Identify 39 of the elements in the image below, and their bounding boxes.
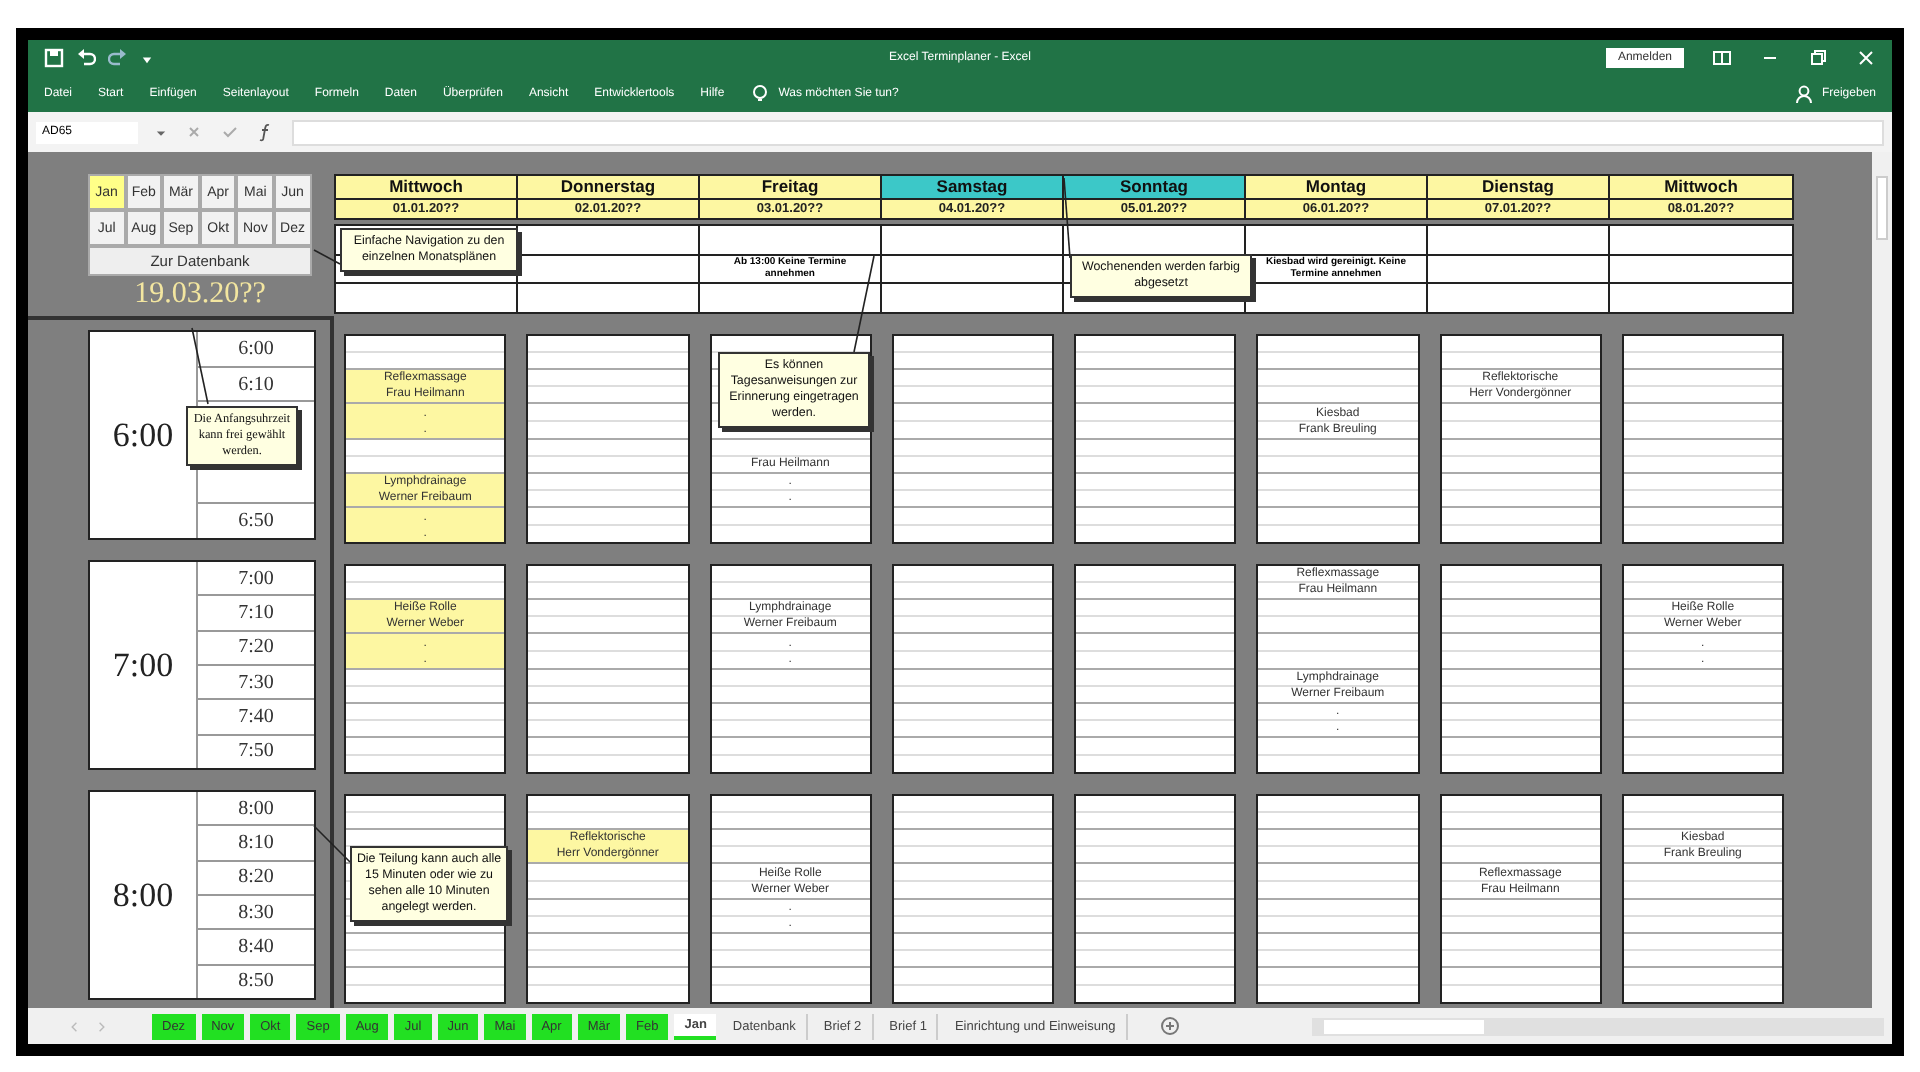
time-slot: 7:50 (238, 740, 274, 763)
time-slot: 7:00 (238, 567, 274, 590)
lightbulb-icon (750, 84, 771, 104)
close-icon[interactable] (1856, 48, 1876, 68)
save-icon[interactable] (44, 48, 64, 68)
redo-icon[interactable] (108, 48, 128, 68)
time-slot: 8:00 (238, 797, 274, 820)
hour-label: 7:00 (90, 562, 198, 768)
current-date: 19.03.20?? (132, 276, 268, 314)
time-slot: 6:00 (238, 337, 274, 360)
restore-icon[interactable] (1808, 48, 1828, 68)
horizontal-scrollbar[interactable] (1311, 1017, 1884, 1035)
day-name: Mittwoch (336, 176, 516, 200)
time-slot: 8:20 (238, 866, 274, 889)
day-name: Sonntag (1064, 176, 1244, 200)
time-slot: 7:40 (238, 705, 274, 728)
day-name: Dienstag (1428, 176, 1608, 200)
time-slot: 6:10 (238, 373, 274, 395)
time-slot: 6:50 (238, 510, 274, 533)
time-slot: 8:50 (238, 970, 274, 993)
check-icon[interactable] (220, 122, 240, 142)
time-slot: 7:20 (238, 636, 274, 659)
add-sheet-icon[interactable] (1159, 1016, 1180, 1036)
day-name: Mittwoch (1610, 176, 1792, 200)
vertical-scrollbar[interactable] (1872, 152, 1892, 1008)
day-name: Samstag (882, 176, 1062, 200)
ribbon-display-icon[interactable] (1712, 48, 1732, 68)
time-slot: 7:10 (238, 601, 274, 624)
time-slot: 8:30 (238, 901, 274, 924)
time-slot: 7:30 (238, 671, 274, 694)
person-icon[interactable] (1793, 84, 1814, 104)
time-slot: 8:10 (238, 831, 274, 854)
day-name: Donnerstag (518, 176, 698, 200)
undo-icon[interactable] (76, 48, 96, 68)
day-name: Freitag (700, 176, 880, 200)
time-slot: 8:40 (238, 935, 274, 958)
day-name: Montag (1246, 176, 1426, 200)
formula-input[interactable] (292, 119, 1884, 145)
hour-label: 8:00 (90, 792, 198, 998)
